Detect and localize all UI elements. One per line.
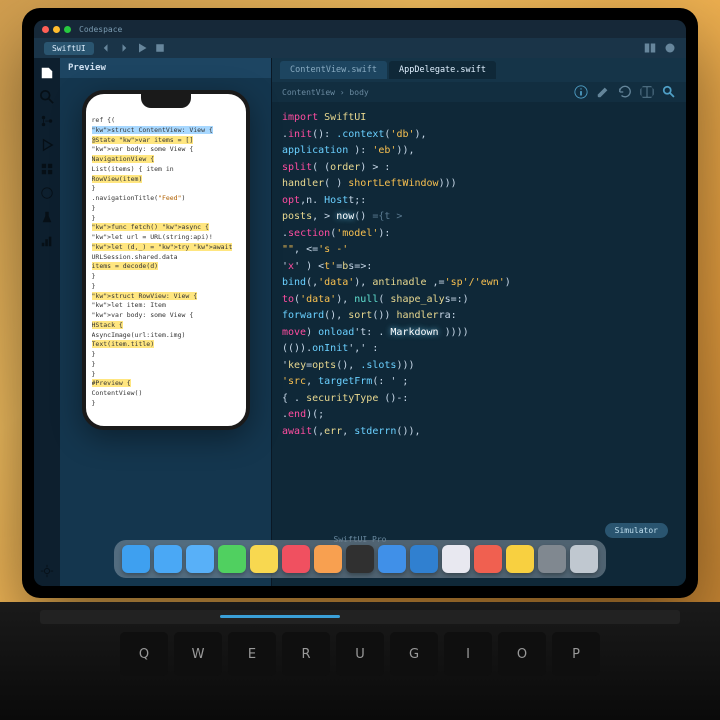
settings-icon[interactable] — [40, 564, 54, 578]
dock-app-photos[interactable] — [314, 545, 342, 573]
dock-app-safari[interactable] — [154, 545, 182, 573]
key-g[interactable]: G — [390, 632, 438, 676]
test-icon[interactable] — [40, 210, 54, 224]
simulator-pill[interactable]: Simulator — [605, 523, 668, 538]
dock-app-music[interactable] — [282, 545, 310, 573]
split-icon[interactable] — [644, 42, 656, 54]
phone-simulator[interactable]: ref {("kw">struct ContentView: View { @S… — [82, 90, 250, 430]
tab-appdelegate-swift[interactable]: AppDelegate.swift — [389, 61, 496, 79]
run-icon[interactable] — [40, 186, 54, 200]
activity-bar — [34, 58, 60, 586]
breadcrumb[interactable]: ContentView › body — [282, 88, 369, 97]
dock-app-notes[interactable] — [250, 545, 278, 573]
back-icon[interactable] — [100, 42, 112, 54]
debug-activity-icon[interactable] — [40, 138, 54, 152]
phone-notch — [141, 94, 191, 108]
refresh-icon[interactable] — [618, 85, 632, 99]
split-editor-icon[interactable] — [640, 85, 654, 99]
phone-preview-content: ref {("kw">struct ContentView: View { @S… — [86, 94, 246, 415]
code-editor[interactable]: import SwiftUI.init(): .context('db'), a… — [272, 102, 686, 586]
git-icon[interactable] — [40, 114, 54, 128]
dock-app-messages[interactable] — [218, 545, 246, 573]
menubar-title: Codespace — [79, 25, 122, 34]
dock-app-vscode[interactable] — [410, 545, 438, 573]
key-u[interactable]: U — [336, 632, 384, 676]
edit-icon[interactable] — [596, 85, 610, 99]
dock — [114, 540, 606, 578]
preview-pane: Preview ref {("kw">struct ContentView: V… — [60, 58, 272, 586]
key-row: QWERUGIOP — [40, 632, 680, 676]
extensions-icon[interactable] — [40, 162, 54, 176]
project-name[interactable]: SwiftUI — [44, 42, 94, 55]
search-editor-icon[interactable] — [662, 85, 676, 99]
key-r[interactable]: R — [282, 632, 330, 676]
laptop-frame: Codespace SwiftUI — [22, 8, 698, 598]
dock-app-finder[interactable] — [122, 545, 150, 573]
key-e[interactable]: E — [228, 632, 276, 676]
key-w[interactable]: W — [174, 632, 222, 676]
editor-tabs: ContentView.swiftAppDelegate.swift — [272, 58, 686, 82]
tab-contentview-swift[interactable]: ContentView.swift — [280, 61, 387, 79]
screen: Codespace SwiftUI — [34, 20, 686, 586]
close-icon[interactable] — [42, 26, 49, 33]
editor-toolbar: ContentView › body — [272, 82, 686, 102]
dock-app-trash[interactable] — [570, 545, 598, 573]
key-o[interactable]: O — [498, 632, 546, 676]
maximize-icon[interactable] — [64, 26, 71, 33]
preview-title: Preview — [60, 58, 271, 78]
files-icon[interactable] — [40, 66, 54, 80]
menubar: Codespace — [34, 20, 686, 38]
main-split: Preview ref {("kw">struct ContentView: V… — [34, 58, 686, 586]
dock-app-chrome[interactable] — [506, 545, 534, 573]
editor-pane: ContentView.swiftAppDelegate.swift Conte… — [272, 58, 686, 586]
touchbar[interactable] — [40, 610, 680, 624]
phone-canvas[interactable]: ref {("kw">struct ContentView: View { @S… — [60, 78, 271, 586]
toolbar: SwiftUI — [34, 38, 686, 58]
dock-app-mail[interactable] — [186, 545, 214, 573]
key-p[interactable]: P — [552, 632, 600, 676]
search-icon[interactable] — [40, 90, 54, 104]
dock-app-system[interactable] — [538, 545, 566, 573]
info-icon[interactable] — [574, 85, 588, 99]
play-icon[interactable] — [136, 42, 148, 54]
profile-icon[interactable] — [40, 234, 54, 248]
forward-icon[interactable] — [118, 42, 130, 54]
key-i[interactable]: I — [444, 632, 492, 676]
dock-app-xcode[interactable] — [378, 545, 406, 573]
dock-app-slack[interactable] — [442, 545, 470, 573]
debug-icon[interactable] — [664, 42, 676, 54]
dock-app-terminal[interactable] — [346, 545, 374, 573]
minimize-icon[interactable] — [53, 26, 60, 33]
window-controls[interactable] — [42, 26, 71, 33]
dock-app-figma[interactable] — [474, 545, 502, 573]
keyboard: QWERUGIOP — [0, 602, 720, 720]
key-q[interactable]: Q — [120, 632, 168, 676]
stop-icon[interactable] — [154, 42, 166, 54]
